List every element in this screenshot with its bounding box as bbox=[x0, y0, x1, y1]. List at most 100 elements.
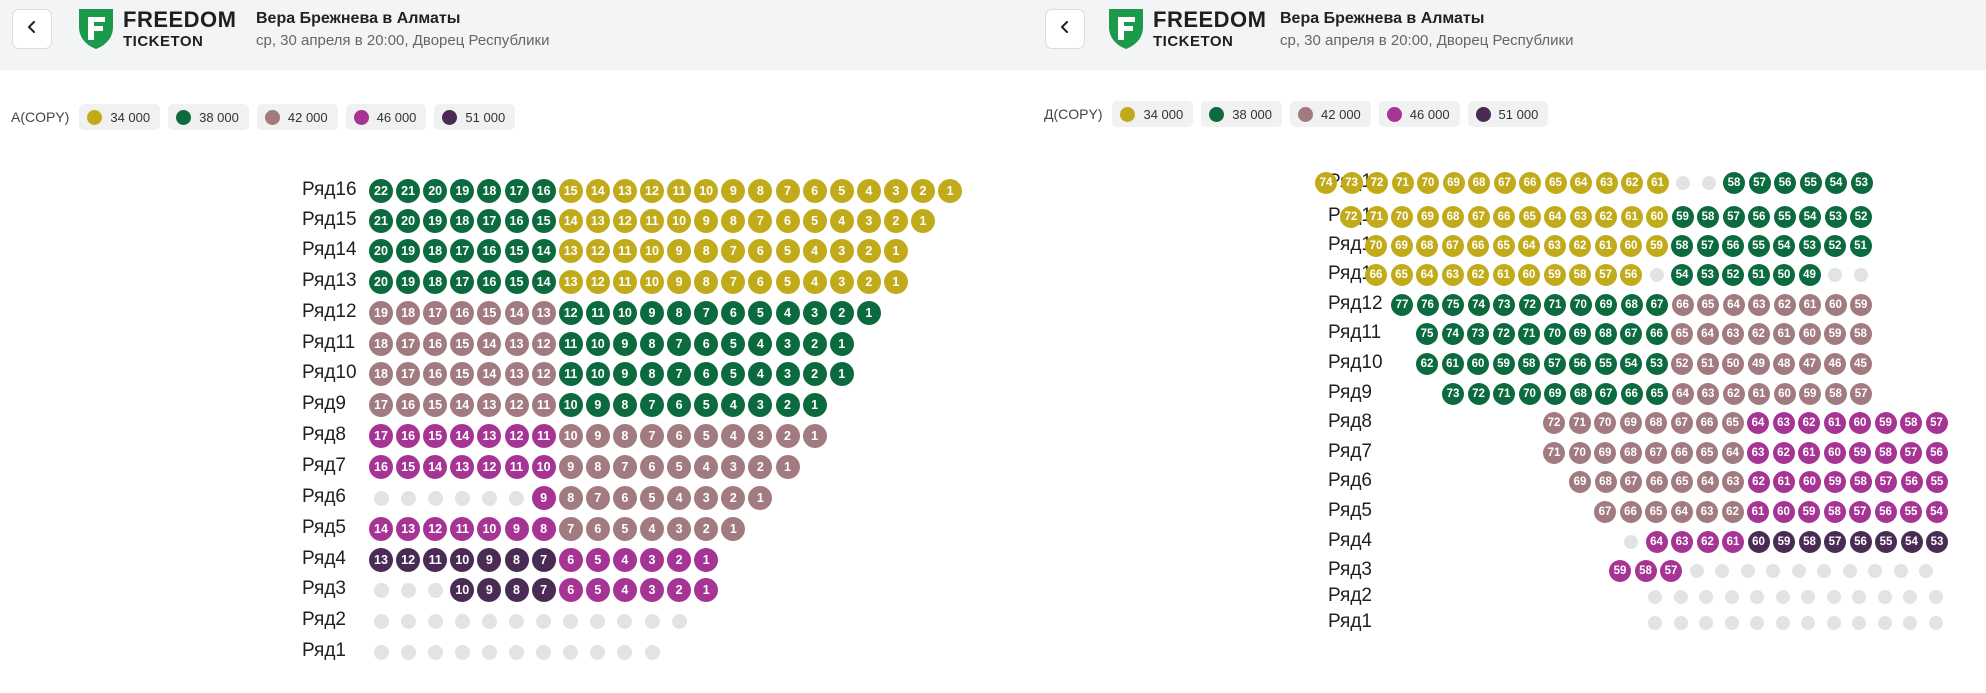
seat[interactable]: 59 bbox=[1824, 323, 1846, 345]
seat[interactable]: 15 bbox=[450, 362, 475, 386]
seat[interactable]: 56 bbox=[1774, 172, 1796, 194]
seat[interactable]: 56 bbox=[1874, 501, 1897, 523]
seat[interactable]: 6 bbox=[667, 424, 692, 448]
seat[interactable]: 10 bbox=[450, 578, 475, 602]
seat[interactable]: 1 bbox=[721, 517, 746, 541]
seat[interactable]: 62 bbox=[1696, 531, 1719, 553]
seat[interactable]: 2 bbox=[667, 578, 692, 602]
seat[interactable]: 53 bbox=[1696, 264, 1719, 286]
seat[interactable]: 68 bbox=[1620, 294, 1643, 316]
seat[interactable]: 58 bbox=[1723, 172, 1745, 194]
seat[interactable]: 14 bbox=[558, 209, 583, 233]
seat[interactable]: 10 bbox=[558, 393, 583, 417]
seat[interactable]: 53 bbox=[1926, 531, 1948, 553]
seat[interactable]: 2 bbox=[667, 548, 692, 572]
seat[interactable]: 19 bbox=[369, 301, 393, 325]
seat[interactable]: 8 bbox=[694, 239, 719, 263]
seat[interactable]: 16 bbox=[396, 393, 421, 417]
seat[interactable]: 63 bbox=[1772, 412, 1795, 434]
seat[interactable]: 2 bbox=[748, 455, 773, 479]
seat[interactable]: 60 bbox=[1773, 383, 1796, 405]
seat[interactable]: 7 bbox=[640, 424, 664, 448]
seat[interactable]: 15 bbox=[504, 270, 529, 294]
seat[interactable]: 1 bbox=[856, 301, 881, 325]
seat[interactable]: 60 bbox=[1823, 442, 1846, 464]
seat[interactable]: 18 bbox=[396, 301, 421, 325]
seat[interactable]: 70 bbox=[1594, 412, 1616, 434]
seat[interactable]: 49 bbox=[1747, 353, 1770, 375]
seat[interactable]: 5 bbox=[721, 332, 746, 356]
seat[interactable]: 69 bbox=[1544, 383, 1566, 405]
seat[interactable]: 59 bbox=[1799, 383, 1821, 405]
seat[interactable]: 55 bbox=[1747, 235, 1770, 257]
seat[interactable]: 20 bbox=[423, 179, 448, 203]
seat[interactable]: 72 bbox=[1518, 294, 1541, 316]
seat[interactable]: 4 bbox=[829, 209, 854, 233]
seat[interactable]: 68 bbox=[1594, 323, 1617, 345]
seat[interactable]: 14 bbox=[423, 455, 448, 479]
seat[interactable]: 11 bbox=[558, 332, 583, 356]
seat[interactable]: 11 bbox=[450, 517, 475, 541]
seat[interactable]: 72 bbox=[1340, 206, 1362, 228]
seat[interactable]: 14 bbox=[477, 332, 502, 356]
seat[interactable]: 10 bbox=[667, 209, 692, 233]
seat[interactable]: 4 bbox=[612, 548, 637, 572]
seat[interactable]: 56 bbox=[1569, 353, 1591, 375]
seat[interactable]: 73 bbox=[1340, 172, 1363, 194]
seat[interactable]: 4 bbox=[748, 362, 773, 386]
seat[interactable]: 70 bbox=[1391, 206, 1413, 228]
seat[interactable]: 19 bbox=[423, 209, 448, 233]
seat[interactable]: 61 bbox=[1722, 531, 1744, 553]
seat[interactable]: 3 bbox=[748, 424, 773, 448]
price-filter-46000[interactable]: 46 000 bbox=[1378, 101, 1460, 127]
seat[interactable]: 5 bbox=[721, 362, 746, 386]
seat[interactable]: 4 bbox=[694, 455, 719, 479]
seat[interactable]: 56 bbox=[1722, 235, 1744, 257]
seat[interactable]: 17 bbox=[423, 301, 448, 325]
seat[interactable]: 63 bbox=[1747, 442, 1769, 464]
price-filter-38000[interactable]: 38 000 bbox=[1201, 101, 1283, 127]
seat[interactable]: 59 bbox=[1798, 501, 1820, 523]
seat[interactable]: 66 bbox=[1645, 471, 1668, 493]
seat[interactable]: 6 bbox=[558, 578, 583, 602]
seat[interactable]: 17 bbox=[477, 209, 502, 233]
seat[interactable]: 65 bbox=[1671, 323, 1693, 345]
seat[interactable]: 60 bbox=[1772, 501, 1795, 523]
seat[interactable]: 13 bbox=[612, 179, 637, 203]
seat[interactable]: 10 bbox=[585, 332, 610, 356]
seat[interactable]: 58 bbox=[1634, 560, 1657, 582]
seat[interactable]: 53 bbox=[1798, 235, 1821, 257]
seat[interactable]: 3 bbox=[856, 209, 881, 233]
seat[interactable]: 1 bbox=[775, 455, 800, 479]
seat[interactable]: 55 bbox=[1875, 531, 1897, 553]
seat[interactable]: 59 bbox=[1543, 264, 1566, 286]
seat[interactable]: 15 bbox=[504, 239, 529, 263]
seat[interactable]: 8 bbox=[612, 424, 637, 448]
seat[interactable]: 2 bbox=[775, 424, 800, 448]
seat[interactable]: 70 bbox=[1569, 294, 1592, 316]
seat[interactable]: 14 bbox=[531, 239, 556, 263]
seat[interactable]: 9 bbox=[477, 578, 502, 602]
seat[interactable]: 13 bbox=[558, 270, 583, 294]
seat[interactable]: 67 bbox=[1441, 235, 1464, 257]
seat[interactable]: 7 bbox=[612, 455, 637, 479]
seat[interactable]: 5 bbox=[748, 301, 773, 325]
seat[interactable]: 6 bbox=[640, 455, 664, 479]
seat[interactable]: 14 bbox=[504, 301, 529, 325]
seat[interactable]: 7 bbox=[531, 548, 556, 572]
seat[interactable]: 12 bbox=[640, 179, 664, 203]
seat[interactable]: 71 bbox=[1365, 206, 1388, 228]
seat[interactable]: 54 bbox=[1825, 172, 1847, 194]
seat[interactable]: 8 bbox=[504, 548, 529, 572]
seat[interactable]: 62 bbox=[1595, 206, 1617, 228]
seat[interactable]: 53 bbox=[1850, 172, 1873, 194]
seat[interactable]: 16 bbox=[423, 362, 448, 386]
seat[interactable]: 12 bbox=[423, 517, 448, 541]
seat[interactable]: 7 bbox=[585, 486, 610, 510]
freedom-ticketon-logo[interactable]: FREEDOM TICKETON bbox=[77, 7, 237, 51]
seat[interactable]: 59 bbox=[1492, 353, 1515, 375]
seat[interactable]: 4 bbox=[721, 424, 746, 448]
seat[interactable]: 18 bbox=[369, 332, 393, 356]
seat[interactable]: 63 bbox=[1569, 206, 1592, 228]
seat[interactable]: 9 bbox=[667, 239, 692, 263]
